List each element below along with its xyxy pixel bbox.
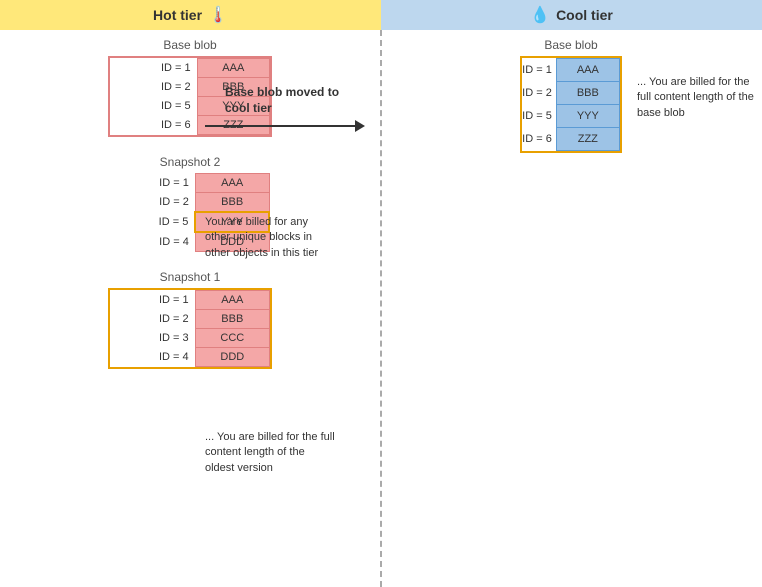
- id-cell: ID = 5: [110, 212, 195, 232]
- id-cell: ID = 2: [110, 78, 197, 97]
- id-cell: ID = 1: [110, 174, 195, 193]
- id-cell: ID = 4: [110, 348, 195, 367]
- table-row: ID = 1 AAA: [522, 59, 619, 82]
- table-row: ID = 2 BBB: [110, 310, 270, 329]
- cool-billing-note: ... You are billed for the full content …: [637, 75, 757, 121]
- arrow-head: [355, 120, 365, 132]
- cool-tier-header: 💧 Cool tier: [381, 0, 762, 30]
- tier-divider: [380, 30, 382, 587]
- table-row: ID = 5 YYY: [522, 105, 619, 128]
- id-cell: ID = 2: [110, 193, 195, 213]
- cool-blob-wrapper: ID = 1 AAA ID = 2 BBB ID = 5 YYY ID =: [520, 56, 622, 153]
- data-cell: ZZZ: [556, 128, 619, 151]
- cool-base-blob-title: Base blob: [544, 38, 597, 52]
- table-row: ID = 3 CCC: [110, 329, 270, 348]
- data-cell: BBB: [556, 82, 619, 105]
- data-cell: BBB: [195, 310, 269, 329]
- id-cell: ID = 1: [522, 59, 556, 82]
- id-cell: ID = 1: [110, 291, 195, 310]
- snapshot1-table: ID = 1 AAA ID = 2 BBB ID = 3 CCC ID =: [110, 290, 270, 367]
- move-label: Base blob moved to cool tier: [225, 85, 345, 116]
- snapshot1-wrapper: ID = 1 AAA ID = 2 BBB ID = 3 CCC ID =: [108, 288, 272, 369]
- id-cell: ID = 5: [522, 105, 556, 128]
- data-cell: AAA: [195, 291, 269, 310]
- id-cell: ID = 2: [522, 82, 556, 105]
- id-cell: ID = 4: [110, 232, 195, 252]
- cool-base-blob-table: ID = 1 AAA ID = 2 BBB ID = 5 YYY ID =: [522, 58, 620, 151]
- data-cell: AAA: [195, 174, 269, 193]
- table-row: ID = 2 BBB: [110, 193, 269, 213]
- move-arrow-area: Base blob moved to cool tier: [205, 85, 365, 132]
- cool-side: Base blob ID = 1 AAA ID = 2 BBB ID = 5: [380, 30, 762, 587]
- table-row: ID = 2 BBB: [522, 82, 619, 105]
- data-cell: DDD: [195, 348, 269, 367]
- cool-tier-label: Cool tier: [556, 7, 613, 23]
- id-cell: ID = 6: [110, 116, 197, 135]
- table-row: ID = 6 ZZZ: [522, 128, 619, 151]
- snapshot2-billing-text: You are billed for any other unique bloc…: [205, 216, 318, 259]
- cool-billing-text: ... You are billed for the full content …: [637, 76, 754, 119]
- thermometer-icon: 🌡️: [208, 5, 228, 25]
- data-cell: YYY: [556, 105, 619, 128]
- arrow-row: [205, 120, 365, 132]
- snapshot2-billing-note: You are billed for any other unique bloc…: [205, 215, 335, 261]
- snapshot2-title: Snapshot 2: [160, 155, 221, 169]
- data-cell: AAA: [556, 59, 619, 82]
- table-row: ID = 1 AAA: [110, 291, 270, 310]
- hot-base-blob-title: Base blob: [163, 38, 216, 52]
- data-cell: BBB: [195, 193, 269, 213]
- table-row: ID = 1 AAA: [110, 174, 269, 193]
- table-row: ID = 4 DDD: [110, 348, 270, 367]
- id-cell: ID = 2: [110, 310, 195, 329]
- hot-tier-label: Hot tier: [153, 7, 202, 23]
- id-cell: ID = 1: [110, 59, 197, 78]
- data-cell: CCC: [195, 329, 269, 348]
- hot-tier-header: Hot tier 🌡️: [0, 0, 381, 30]
- data-cell: AAA: [197, 59, 269, 78]
- snapshot1-title: Snapshot 1: [160, 270, 221, 284]
- table-row: ID = 1 AAA: [110, 59, 270, 78]
- droplet-icon: 💧: [530, 5, 550, 25]
- id-cell: ID = 6: [522, 128, 556, 151]
- snapshot1-billing-text: ... You are billed for the full content …: [205, 431, 335, 474]
- hot-side: Base blob ID = 1 AAA ID = 2 BBB ID = 5: [0, 30, 380, 587]
- arrow-line: [205, 125, 355, 127]
- id-cell: ID = 5: [110, 97, 197, 116]
- snapshot1-billing-note: ... You are billed for the full content …: [205, 430, 335, 476]
- id-cell: ID = 3: [110, 329, 195, 348]
- snapshot1-section: Snapshot 1 ID = 1 AAA ID = 2 BBB ID = 3: [10, 270, 370, 369]
